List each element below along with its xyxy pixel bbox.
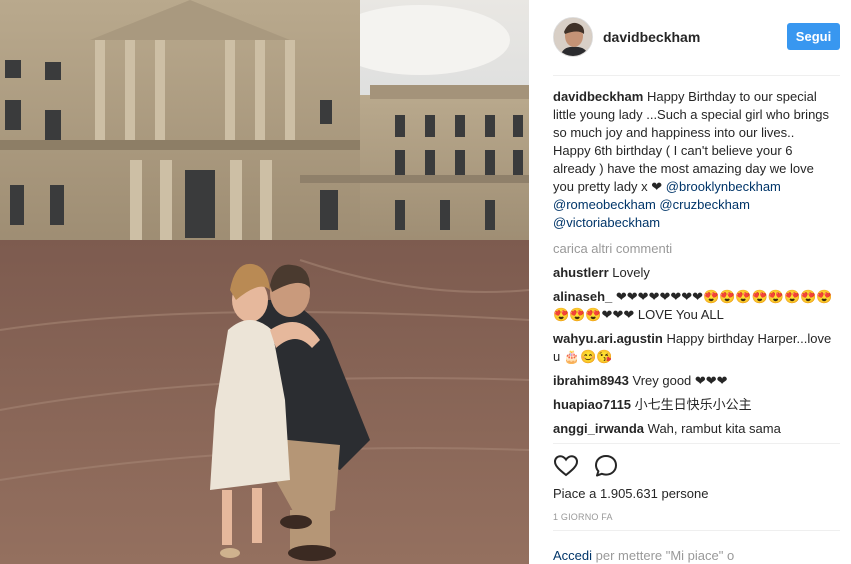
photo-image xyxy=(0,0,529,564)
comment-bubble-icon[interactable] xyxy=(593,453,619,479)
comment-username[interactable]: ahustlerr xyxy=(553,265,609,280)
avatar[interactable] xyxy=(553,17,593,57)
post-date[interactable]: 1 GIORNO FA xyxy=(553,512,613,522)
comment: alinaseh_ ❤❤❤❤❤❤❤❤😍😍😍😍😍😍😍😍😍😍😍❤❤❤ LOVE Yo… xyxy=(553,288,835,324)
likes-suffix: persone xyxy=(661,486,709,501)
load-more-comments[interactable]: carica altri commenti xyxy=(553,240,835,258)
avatar-image xyxy=(554,18,592,56)
heart-icon[interactable] xyxy=(553,453,579,479)
mention-link[interactable]: @victoriabeckham xyxy=(553,215,660,230)
comment-text: Wah, rambut kita sama xyxy=(647,421,781,436)
mention-link[interactable]: @brooklynbeckham xyxy=(666,179,781,194)
instagram-post: davidbeckham Segui davidbeckham Happy Bi… xyxy=(0,0,851,564)
login-prompt-text: per mettere "Mi piace" o xyxy=(595,548,735,563)
comments-divider xyxy=(553,443,840,444)
follow-button[interactable]: Segui xyxy=(787,23,840,50)
post-caption: davidbeckham Happy Birthday to our speci… xyxy=(553,88,835,232)
comment-username[interactable]: anggi_irwanda xyxy=(553,421,644,436)
login-prompt: Accedi per mettere "Mi piace" o xyxy=(553,548,734,563)
comment: wahyu.ari.agustin Happy birthday Harper.… xyxy=(553,330,835,366)
mention-link[interactable]: @romeobeckham xyxy=(553,197,656,212)
comment-text: Vrey good ❤❤❤ xyxy=(632,373,728,388)
comment: ibrahim8943 Vrey good ❤❤❤ xyxy=(553,372,835,390)
comment-username[interactable]: huapiao7115 xyxy=(553,397,631,412)
post-sidebar: davidbeckham Segui davidbeckham Happy Bi… xyxy=(529,0,851,564)
comment-username[interactable]: alinaseh_ xyxy=(553,289,612,304)
comment: anggi_irwanda Wah, rambut kita sama xyxy=(553,420,835,438)
comment: huapiao7115 小七生日快乐小公主 xyxy=(553,396,835,414)
likes-number: 1.905.631 xyxy=(600,486,658,501)
post-photo[interactable] xyxy=(0,0,529,564)
footer-divider xyxy=(553,530,840,531)
post-username[interactable]: davidbeckham xyxy=(603,29,700,45)
comment-username[interactable]: ibrahim8943 xyxy=(553,373,629,388)
header-divider xyxy=(553,75,840,76)
caption-username[interactable]: davidbeckham xyxy=(553,89,643,104)
comment: ahustlerr Lovely xyxy=(553,264,835,282)
login-link[interactable]: Accedi xyxy=(553,548,592,563)
comments-section[interactable]: davidbeckham Happy Birthday to our speci… xyxy=(553,88,835,441)
comment-text: 小七生日快乐小公主 xyxy=(634,397,752,412)
likes-prefix: Piace a xyxy=(553,486,597,501)
post-header: davidbeckham Segui xyxy=(529,0,851,75)
mention-link[interactable]: @cruzbeckham xyxy=(659,197,750,212)
comment-text: Lovely xyxy=(612,265,650,280)
likes-count[interactable]: Piace a 1.905.631 persone xyxy=(553,486,708,501)
comment-username[interactable]: wahyu.ari.agustin xyxy=(553,331,663,346)
